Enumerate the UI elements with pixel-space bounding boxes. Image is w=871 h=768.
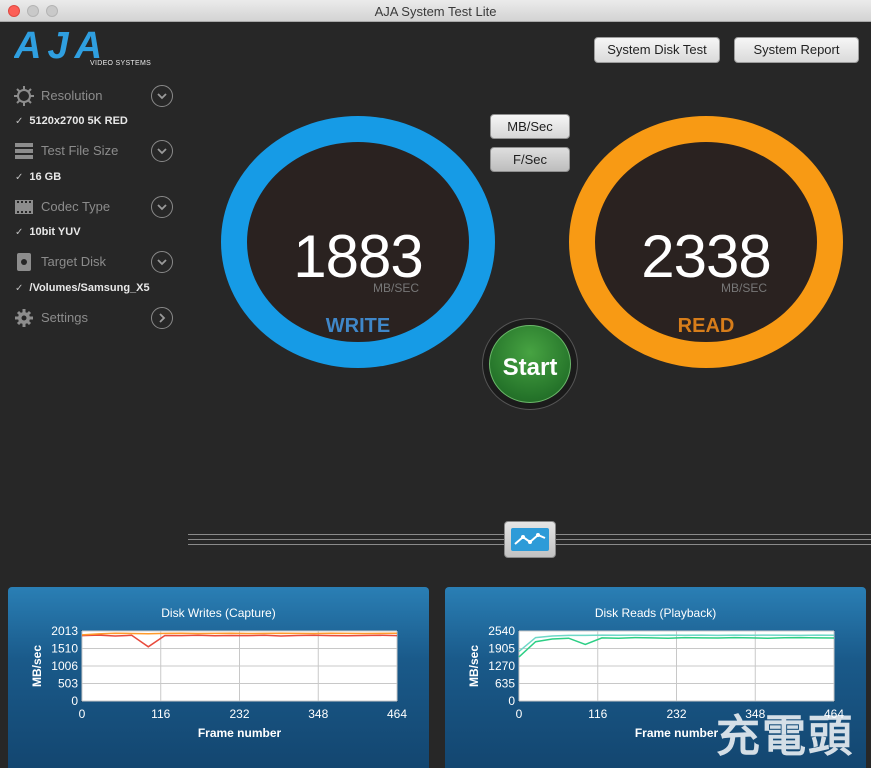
disk-icon (17, 253, 31, 271)
watermark-logo: 充電頭 (716, 711, 854, 762)
x-axis-label: Frame number (198, 726, 282, 740)
x-tick-label: 0 (516, 707, 523, 721)
y-tick-label: 0 (71, 694, 78, 708)
y-tick-label: 503 (58, 677, 78, 691)
x-tick-label: 348 (308, 707, 328, 721)
write-gauge: 1883 MB/SEC WRITE (221, 116, 495, 368)
x-tick-label: 116 (588, 707, 607, 721)
write-label: WRITE (325, 315, 391, 337)
target-disk-value: ✓/Volumes/Samsung_X5 (15, 282, 150, 294)
title-bar: AJA System Test Lite (0, 0, 871, 22)
y-tick-label: 1510 (51, 641, 78, 655)
watermark: 充電頭 (716, 700, 866, 766)
read-gauge: 2338 MB/SEC READ (569, 116, 843, 368)
chevron-down-icon[interactable] (151, 251, 173, 273)
graph-icon (511, 528, 549, 551)
x-tick-label: 116 (151, 707, 170, 721)
write-unit: MB/SEC (372, 281, 419, 295)
x-axis-label: Frame number (635, 726, 719, 740)
write-value: 1883 (293, 223, 423, 290)
window-title: AJA System Test Lite (374, 4, 497, 19)
disk-writes-chart: 0 503 1006 1510 2013 0 116 232 348 464 Frame numbe… (30, 624, 407, 740)
y-axis-label: MB/sec (467, 645, 481, 687)
codec-type-setting[interactable]: Codec Type (13, 194, 175, 220)
f-sec-button[interactable]: F/Sec (490, 147, 570, 172)
resolution-setting[interactable]: Resolution (13, 83, 175, 109)
x-tick-label: 464 (387, 707, 407, 721)
test-file-size-setting[interactable]: Test File Size (13, 138, 175, 164)
chevron-down-icon[interactable] (151, 196, 173, 218)
chevron-down-icon[interactable] (151, 85, 173, 107)
target-disk-value-text: /Volumes/Samsung_X5 (29, 282, 150, 294)
system-report-button[interactable]: System Report (734, 37, 859, 63)
y-tick-label: 1006 (51, 659, 78, 673)
target-disk-setting[interactable]: Target Disk (13, 249, 175, 275)
y-axis-label: MB/sec (30, 645, 44, 687)
codec-type-value-text: 10bit YUV (29, 226, 81, 238)
resolution-value-text: 5120x2700 5K RED (29, 115, 128, 127)
logo-subtitle: VIDEO SYSTEMS (90, 60, 152, 67)
read-label: READ (677, 315, 735, 337)
test-file-size-value-text: 16 GB (29, 171, 62, 183)
y-tick-label: 0 (508, 694, 515, 708)
read-unit: MB/SEC (720, 281, 767, 295)
app-window: AJA System Test Lite AJA VIDEO SYSTEMS S… (0, 0, 871, 768)
y-tick-label: 635 (495, 677, 515, 691)
chevron-down-icon[interactable] (151, 140, 173, 162)
y-tick-label: 2013 (51, 624, 78, 638)
start-button-face[interactable]: Start (489, 325, 571, 403)
x-tick-label: 232 (666, 707, 686, 721)
resolution-value: ✓ 5120x2700 5K RED (15, 115, 128, 127)
file-size-icon (15, 143, 33, 159)
graph-toggle-button[interactable] (504, 521, 556, 558)
test-file-size-label: Test File Size (41, 143, 119, 158)
resolution-icon (14, 86, 34, 106)
system-disk-test-button[interactable]: System Disk Test (594, 37, 720, 63)
y-tick-label: 1905 (488, 642, 515, 656)
mb-sec-button[interactable]: MB/Sec (490, 114, 570, 139)
start-button[interactable]: Start (482, 318, 578, 410)
x-tick-label: 232 (229, 707, 249, 721)
codec-icon (15, 200, 33, 214)
start-label: Start (502, 354, 558, 381)
target-disk-label: Target Disk (41, 254, 107, 269)
codec-type-label: Codec Type (41, 199, 111, 214)
resolution-label: Resolution (41, 88, 103, 103)
x-tick-label: 0 (79, 707, 86, 721)
settings-item[interactable]: Settings (13, 305, 175, 331)
y-tick-label: 2540 (488, 624, 515, 638)
gear-icon (15, 309, 33, 327)
settings-label: Settings (41, 310, 88, 325)
test-file-size-value: ✓ 16 GB (15, 171, 62, 183)
chevron-right-icon[interactable] (151, 307, 173, 329)
disk-writes-panel: Disk Writes (Capture) 0 503 1006 1510 2013 0 1… (8, 587, 429, 768)
read-value: 2338 (641, 223, 771, 290)
codec-type-value: ✓ 10bit YUV (15, 226, 81, 238)
y-tick-label: 1270 (488, 659, 515, 673)
